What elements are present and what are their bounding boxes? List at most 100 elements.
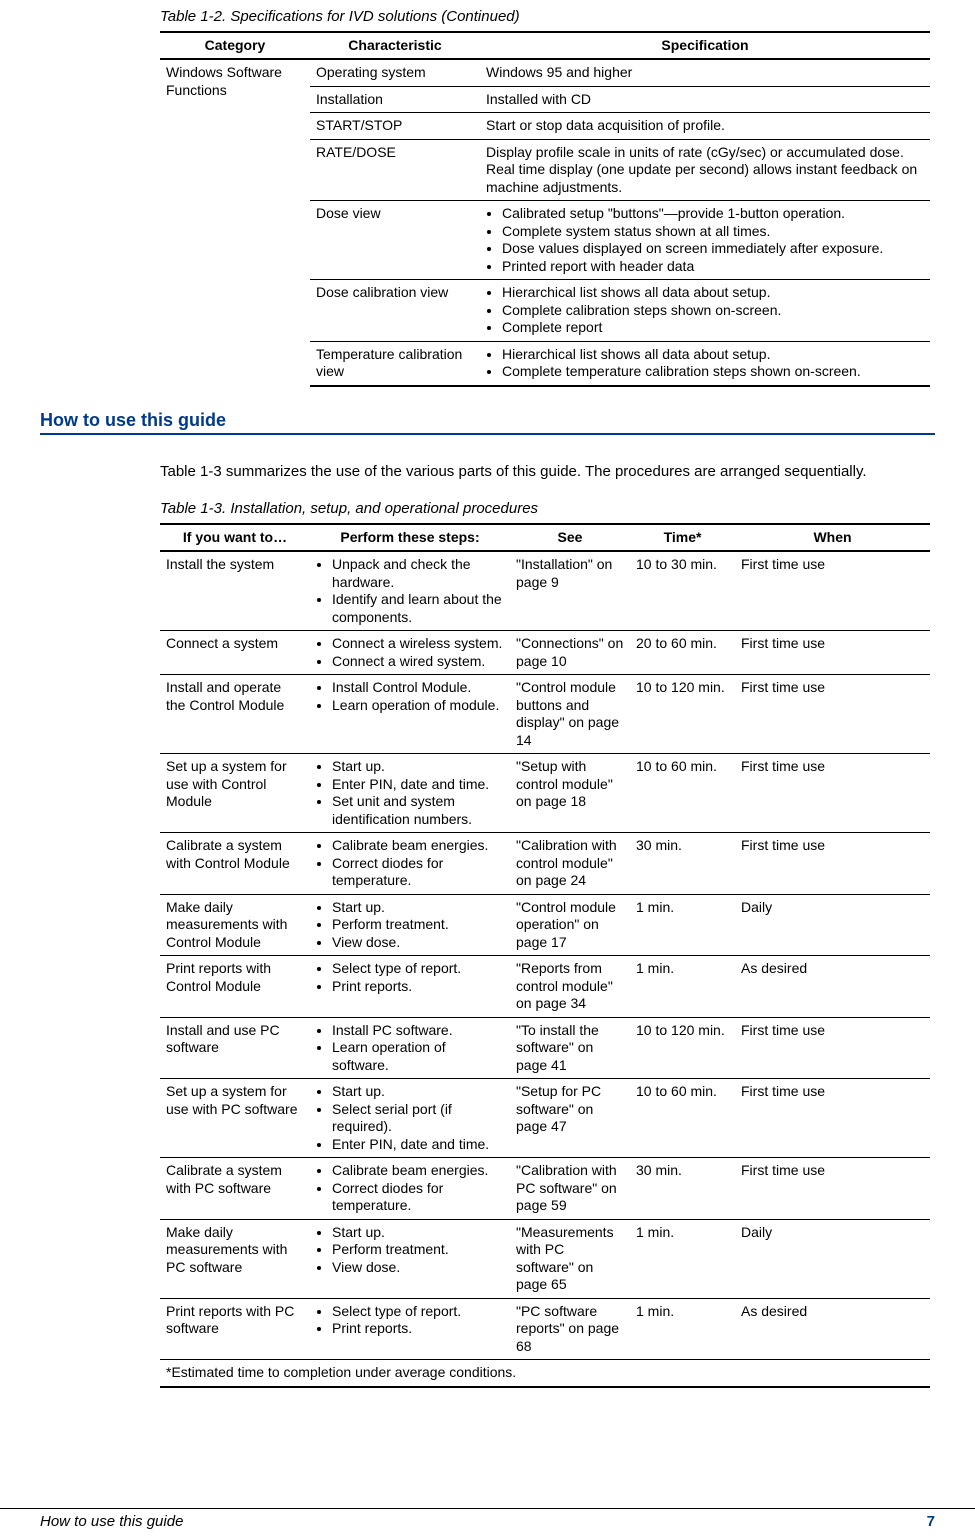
t13-r8-see: "To install the software" on page 41 bbox=[510, 1017, 630, 1079]
t12-h2: Characteristic bbox=[310, 32, 480, 60]
t13-r11-time: 1 min. bbox=[630, 1219, 735, 1298]
t13-r10-want: Calibrate a system with PC software bbox=[160, 1158, 310, 1220]
table-1-2: Category Characteristic Specification Wi… bbox=[160, 31, 930, 387]
t13-r7-want: Print reports with Control Module bbox=[160, 956, 310, 1018]
t13-r12-want: Print reports with PC software bbox=[160, 1298, 310, 1360]
t12-r5-char: Dose view bbox=[310, 201, 480, 280]
t13-r5-steps: Calibrate beam energies. Correct diodes … bbox=[310, 833, 510, 895]
t12-r7-char: Temperature calibration view bbox=[310, 341, 480, 386]
t13-r6-b3: View dose. bbox=[332, 934, 504, 952]
t13-r4-want: Set up a system for use with Control Mod… bbox=[160, 754, 310, 833]
t13-footnote: *Estimated time to completion under aver… bbox=[160, 1360, 930, 1387]
t13-r3-b1: Install Control Module. bbox=[332, 679, 504, 697]
t13-r3-steps: Install Control Module. Learn operation … bbox=[310, 675, 510, 754]
t13-r7-time: 1 min. bbox=[630, 956, 735, 1018]
t12-r6-char: Dose calibration view bbox=[310, 280, 480, 342]
t13-r3-when: First time use bbox=[735, 675, 930, 754]
t13-r6-b1: Start up. bbox=[332, 899, 504, 917]
t13-r11-b2: Perform treatment. bbox=[332, 1241, 504, 1259]
t13-r11-steps: Start up. Perform treatment. View dose. bbox=[310, 1219, 510, 1298]
t13-r1-when: First time use bbox=[735, 551, 930, 631]
t12-r7-b1: Hierarchical list shows all data about s… bbox=[502, 346, 924, 364]
t13-r5-b1: Calibrate beam energies. bbox=[332, 837, 504, 855]
t13-r7-steps: Select type of report. Print reports. bbox=[310, 956, 510, 1018]
footer-page-number: 7 bbox=[927, 1513, 935, 1532]
table-1-3-caption: Table 1-3. Installation, setup, and oper… bbox=[160, 500, 935, 519]
t13-h4: Time* bbox=[630, 524, 735, 552]
t13-r2-b2: Connect a wired system. bbox=[332, 653, 504, 671]
t13-r10-when: First time use bbox=[735, 1158, 930, 1220]
t12-r1-char: Operating system bbox=[310, 59, 480, 86]
t13-r10-see: "Calibration with PC software" on page 5… bbox=[510, 1158, 630, 1220]
t13-r6-time: 1 min. bbox=[630, 894, 735, 956]
t13-r4-b2: Enter PIN, date and time. bbox=[332, 776, 504, 794]
t13-h1: If you want to… bbox=[160, 524, 310, 552]
t12-r4-spec: Display profile scale in units of rate (… bbox=[480, 139, 930, 201]
t13-r8-b2: Learn operation of software. bbox=[332, 1039, 504, 1074]
t13-r3-b2: Learn operation of module. bbox=[332, 697, 504, 715]
t12-r6-b1: Hierarchical list shows all data about s… bbox=[502, 284, 924, 302]
t13-r8-when: First time use bbox=[735, 1017, 930, 1079]
table-1-3: If you want to… Perform these steps: See… bbox=[160, 523, 930, 1388]
t13-r5-when: First time use bbox=[735, 833, 930, 895]
t13-r8-steps: Install PC software. Learn operation of … bbox=[310, 1017, 510, 1079]
t13-r2-steps: Connect a wireless system. Connect a wir… bbox=[310, 631, 510, 675]
t13-r3-want: Install and operate the Control Module bbox=[160, 675, 310, 754]
t13-r4-b3: Set unit and system identification numbe… bbox=[332, 793, 504, 828]
t13-r7-when: As desired bbox=[735, 956, 930, 1018]
footer-left: How to use this guide bbox=[40, 1513, 183, 1532]
t13-r6-want: Make daily measurements with Control Mod… bbox=[160, 894, 310, 956]
t13-r12-time: 1 min. bbox=[630, 1298, 735, 1360]
t13-r6-steps: Start up. Perform treatment. View dose. bbox=[310, 894, 510, 956]
t13-r11-want: Make daily measurements with PC software bbox=[160, 1219, 310, 1298]
t13-r10-b1: Calibrate beam energies. bbox=[332, 1162, 504, 1180]
t12-r3-char: START/STOP bbox=[310, 113, 480, 140]
t13-r4-b1: Start up. bbox=[332, 758, 504, 776]
t12-r5-spec: Calibrated setup "buttons"—provide 1-but… bbox=[480, 201, 930, 280]
t12-h3: Specification bbox=[480, 32, 930, 60]
t13-r7-see: "Reports from control module" on page 34 bbox=[510, 956, 630, 1018]
t13-r11-b3: View dose. bbox=[332, 1259, 504, 1277]
t12-r7-spec: Hierarchical list shows all data about s… bbox=[480, 341, 930, 386]
t13-r5-b2: Correct diodes for temperature. bbox=[332, 855, 504, 890]
t13-r7-b2: Print reports. bbox=[332, 978, 504, 996]
t12-r6-b3: Complete report bbox=[502, 319, 924, 337]
t13-r2-see: "Connections" on page 10 bbox=[510, 631, 630, 675]
t13-r2-when: First time use bbox=[735, 631, 930, 675]
t13-r8-time: 10 to 120 min. bbox=[630, 1017, 735, 1079]
t13-r5-see: "Calibration with control module" on pag… bbox=[510, 833, 630, 895]
t12-r5-b2: Complete system status shown at all time… bbox=[502, 223, 924, 241]
t13-r4-time: 10 to 60 min. bbox=[630, 754, 735, 833]
t13-r10-steps: Calibrate beam energies. Correct diodes … bbox=[310, 1158, 510, 1220]
t13-r6-when: Daily bbox=[735, 894, 930, 956]
t12-r2-spec: Installed with CD bbox=[480, 86, 930, 113]
t13-r12-steps: Select type of report. Print reports. bbox=[310, 1298, 510, 1360]
t13-r2-want: Connect a system bbox=[160, 631, 310, 675]
t13-r10-b2: Correct diodes for temperature. bbox=[332, 1180, 504, 1215]
t13-r7-b1: Select type of report. bbox=[332, 960, 504, 978]
t13-r1-see: "Installation" on page 9 bbox=[510, 551, 630, 631]
t13-r9-time: 10 to 60 min. bbox=[630, 1079, 735, 1158]
t12-r5-b4: Printed report with header data bbox=[502, 258, 924, 276]
t13-r2-b1: Connect a wireless system. bbox=[332, 635, 504, 653]
t13-r5-want: Calibrate a system with Control Module bbox=[160, 833, 310, 895]
t13-r12-see: "PC software reports" on page 68 bbox=[510, 1298, 630, 1360]
t13-r9-when: First time use bbox=[735, 1079, 930, 1158]
t13-r11-b1: Start up. bbox=[332, 1224, 504, 1242]
t13-r9-steps: Start up. Select serial port (if require… bbox=[310, 1079, 510, 1158]
t13-h3: See bbox=[510, 524, 630, 552]
t13-r12-when: As desired bbox=[735, 1298, 930, 1360]
t12-r7-b2: Complete temperature calibration steps s… bbox=[502, 363, 924, 381]
t13-r11-when: Daily bbox=[735, 1219, 930, 1298]
t13-r9-b3: Enter PIN, date and time. bbox=[332, 1136, 504, 1154]
t13-r4-see: "Setup with control module" on page 18 bbox=[510, 754, 630, 833]
t13-r1-steps: Unpack and check the hardware. Identify … bbox=[310, 551, 510, 631]
intro-paragraph: Table 1-3 summarizes the use of the vari… bbox=[160, 463, 935, 482]
t12-r1-spec: Windows 95 and higher bbox=[480, 59, 930, 86]
t13-r10-time: 30 min. bbox=[630, 1158, 735, 1220]
t13-r1-time: 10 to 30 min. bbox=[630, 551, 735, 631]
t13-r5-time: 30 min. bbox=[630, 833, 735, 895]
t13-r12-b1: Select type of report. bbox=[332, 1303, 504, 1321]
t13-r1-b2: Identify and learn about the components. bbox=[332, 591, 504, 626]
t13-r11-see: "Measurements with PC software" on page … bbox=[510, 1219, 630, 1298]
